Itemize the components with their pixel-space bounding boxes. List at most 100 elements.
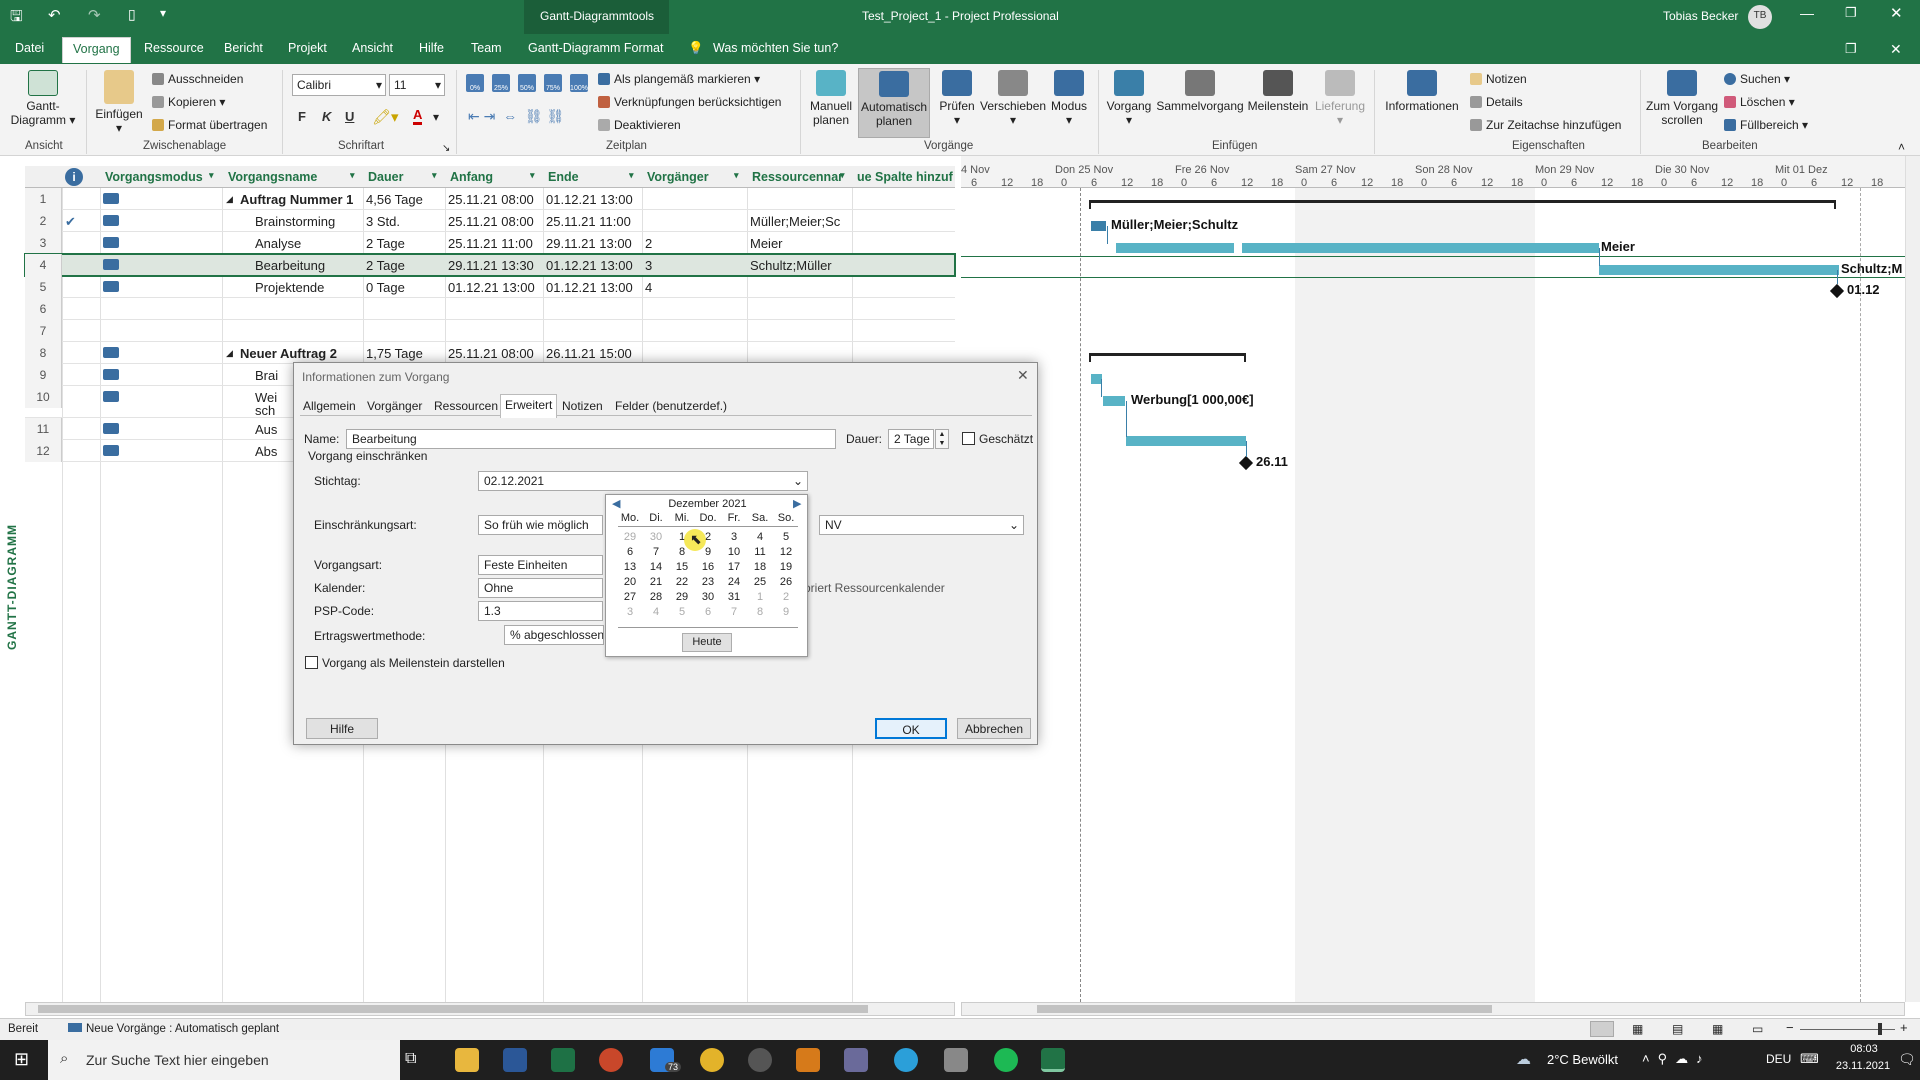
pct-25-button[interactable]: 25% — [492, 74, 510, 92]
cell-duration[interactable]: 2 Tage — [366, 236, 446, 251]
calendar-day[interactable]: 7 — [721, 606, 747, 618]
cell-start[interactable]: 25.11.21 08:00 — [448, 192, 543, 207]
info-column-icon[interactable]: i — [65, 168, 83, 186]
chevron-down-icon[interactable]: ⌄ — [1009, 518, 1019, 532]
clock-time[interactable]: 08:03 — [1838, 1043, 1890, 1055]
copy-button[interactable]: Kopieren ▾ — [152, 95, 225, 109]
constraint-type-select[interactable]: So früh wie möglich — [478, 515, 603, 535]
row-number[interactable]: 5 — [25, 276, 62, 298]
row-number[interactable]: 6 — [25, 298, 62, 320]
notifications-icon[interactable]: 🗨 — [1898, 1051, 1916, 1068]
team-planner-shortcut-icon[interactable]: ▤ — [1672, 1022, 1683, 1036]
table-horizontal-scrollbar[interactable] — [25, 1002, 955, 1016]
tab-ansicht[interactable]: Ansicht — [352, 41, 393, 55]
auto-schedule-mode-icon[interactable] — [103, 369, 119, 380]
obs-icon[interactable] — [748, 1048, 772, 1072]
font-color-button[interactable]: A — [413, 108, 423, 125]
excel-icon[interactable] — [551, 1048, 575, 1072]
auto-schedule-mode-icon[interactable] — [103, 193, 119, 204]
word-icon[interactable] — [503, 1048, 527, 1072]
calendar-day[interactable]: 4 — [643, 606, 669, 618]
font-size-select[interactable]: 11 ▾ — [389, 74, 445, 96]
format-painter-button[interactable]: Format übertragen — [152, 118, 267, 132]
calendar-day[interactable]: 4 — [747, 531, 773, 543]
chevron-down-icon[interactable]: ▾ — [530, 170, 535, 181]
tray-icons[interactable]: ˄⚲☁♪ — [1642, 1051, 1711, 1067]
tab-vorgang[interactable]: Vorgang — [62, 37, 131, 63]
row-number[interactable]: 9 — [25, 364, 62, 386]
cell-start[interactable]: 01.12.21 13:00 — [448, 280, 543, 295]
auto-schedule-button[interactable]: Automatisch planen — [858, 68, 930, 138]
col-header-predecessors[interactable]: Vorgänger — [647, 170, 737, 184]
scrollbar-thumb[interactable] — [1037, 1005, 1492, 1013]
tell-me-search[interactable]: Was möchten Sie tun? — [713, 41, 838, 55]
dialog-close-icon[interactable]: ✕ — [1017, 367, 1029, 384]
gantt-horizontal-scrollbar[interactable] — [961, 1002, 1905, 1016]
inactivate-button[interactable]: Deaktivieren — [598, 118, 681, 132]
new-file-icon[interactable]: ▯ — [128, 6, 136, 23]
tab-gantt-format[interactable]: Gantt-Diagramm Format — [528, 41, 663, 55]
tab-notizen[interactable]: Notizen — [559, 397, 606, 415]
tab-team[interactable]: Team — [471, 41, 502, 55]
tab-ressource[interactable]: Ressource — [144, 41, 204, 55]
calendar-day[interactable]: 5 — [773, 531, 799, 543]
row-number[interactable]: 4 — [25, 254, 62, 276]
calendar-day[interactable]: 15 — [669, 561, 695, 573]
col-header-add-column[interactable]: ue Spalte hinzufü — [857, 170, 953, 184]
table-row[interactable]: 3 Analyse 2 Tage 25.11.21 11:00 29.11.21… — [25, 232, 955, 254]
row-number[interactable]: 12 — [25, 440, 62, 462]
tab-projekt[interactable]: Projekt — [288, 41, 327, 55]
tab-allgemein[interactable]: Allgemein — [300, 397, 359, 415]
calendar-day[interactable]: 28 — [643, 591, 669, 603]
calendar-day[interactable]: 13 — [617, 561, 643, 573]
table-row[interactable]: 6 — [25, 298, 955, 320]
mark-on-track-button[interactable]: Als plangemäß markieren ▾ — [598, 72, 760, 86]
input-language[interactable]: DEU — [1766, 1052, 1791, 1066]
today-button[interactable]: Heute — [682, 633, 732, 652]
row-number[interactable]: 10 — [25, 386, 62, 408]
details-button[interactable]: Details — [1470, 95, 1523, 109]
status-new-tasks-mode[interactable]: Neue Vorgänge : Automatisch geplant — [68, 1023, 279, 1035]
pct-75-button[interactable]: 75% — [544, 74, 562, 92]
cell-duration[interactable]: 3 Std. — [366, 214, 446, 229]
milestone-12[interactable] — [1238, 455, 1254, 471]
table-row[interactable]: 8 Neuer Auftrag 2 1,75 Tage 25.11.21 08:… — [25, 342, 955, 364]
calendar-day[interactable]: 24 — [721, 576, 747, 588]
windows-start-icon[interactable]: ⊞ — [14, 1049, 29, 1070]
calendar-day[interactable]: 1 — [747, 591, 773, 603]
duration-spinner[interactable]: ▲ ▼ — [935, 429, 949, 449]
duration-input[interactable]: 2 Tage — [888, 429, 934, 449]
customize-qat-icon[interactable]: ▾ — [160, 6, 166, 20]
chevron-down-icon[interactable]: ⌄ — [793, 474, 803, 488]
report-shortcut-icon[interactable]: ▭ — [1752, 1022, 1763, 1036]
calendar-day[interactable]: 25 — [747, 576, 773, 588]
cell-finish[interactable]: 26.11.21 15:00 — [546, 346, 641, 361]
calendar-day[interactable]: 11 — [747, 546, 773, 558]
tab-bericht[interactable]: Bericht — [224, 41, 263, 55]
cell-finish[interactable]: 01.12.21 13:00 — [546, 280, 641, 295]
gantt-view-button[interactable]: Gantt- Diagramm ▾ — [8, 70, 78, 127]
auto-schedule-mode-icon[interactable] — [103, 347, 119, 358]
chevron-down-icon[interactable]: ▾ — [840, 170, 845, 181]
keyboard-icon[interactable]: ⌨ — [1800, 1051, 1819, 1067]
auto-schedule-mode-icon[interactable] — [103, 237, 119, 248]
scrollbar-thumb[interactable] — [38, 1005, 868, 1013]
cell-finish[interactable]: 01.12.21 13:00 — [546, 192, 641, 207]
calendar-day[interactable]: 7 — [643, 546, 669, 558]
deadline-input[interactable]: 02.12.2021 ⌄ — [478, 471, 808, 491]
chevron-down-icon[interactable]: ▾ — [209, 170, 214, 181]
earned-value-select[interactable]: % abgeschlossen — [504, 625, 604, 645]
cell-finish[interactable]: 29.11.21 13:00 — [546, 236, 641, 251]
calendar-day[interactable]: 30 — [695, 591, 721, 603]
spotify-icon[interactable] — [994, 1048, 1018, 1072]
cell-task-name[interactable]: Neuer Auftrag 2 — [240, 346, 370, 361]
calendar-day[interactable]: 10 — [721, 546, 747, 558]
row-number[interactable]: 7 — [25, 320, 62, 342]
calendar-day[interactable]: 5 — [669, 606, 695, 618]
find-button[interactable]: Suchen ▾ — [1724, 72, 1790, 86]
tab-ressourcen[interactable]: Ressourcen — [431, 397, 501, 415]
calendar-day[interactable]: 14 — [643, 561, 669, 573]
summary-bar-auftrag-2[interactable] — [1089, 353, 1246, 356]
wbs-input[interactable]: 1.3 — [478, 601, 603, 621]
collapse-ribbon-icon[interactable]: ˄ — [1898, 140, 1905, 154]
